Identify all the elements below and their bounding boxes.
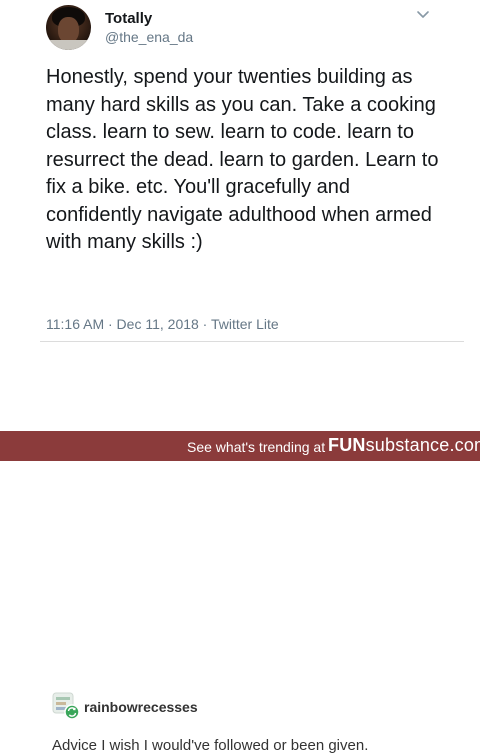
footer-trend-text: See what's trending at	[187, 439, 326, 455]
tweet-card: Totally @the_ena_da Honestly, spend your…	[0, 0, 480, 345]
author-handle[interactable]: @the_ena_da	[105, 29, 193, 45]
chevron-down-icon[interactable]	[416, 10, 430, 20]
tumblr-reply: rainbowrecesses Advice I wish I would've…	[0, 342, 480, 754]
tweet-text: Honestly, spend your twenties building a…	[46, 66, 439, 253]
funsubstance-footer[interactable]: See what's trending at FUNsubstance.com	[0, 431, 480, 461]
author-name[interactable]: Totally	[105, 10, 152, 27]
footer-brand-bold: FUN	[328, 435, 366, 455]
reply-text: Advice I wish I would've followed or bee…	[52, 737, 369, 754]
avatar-shirt	[46, 40, 91, 50]
footer-brand[interactable]: FUNsubstance.com	[328, 435, 480, 456]
reblog-icon[interactable]	[52, 692, 80, 720]
author-avatar[interactable]	[46, 5, 91, 50]
footer-brand-rest: substance.com	[365, 435, 480, 455]
tweet-meta: 11:16 AM · Dec 11, 2018 · Twitter Lite	[46, 316, 279, 332]
reply-username[interactable]: rainbowrecesses	[84, 699, 198, 715]
